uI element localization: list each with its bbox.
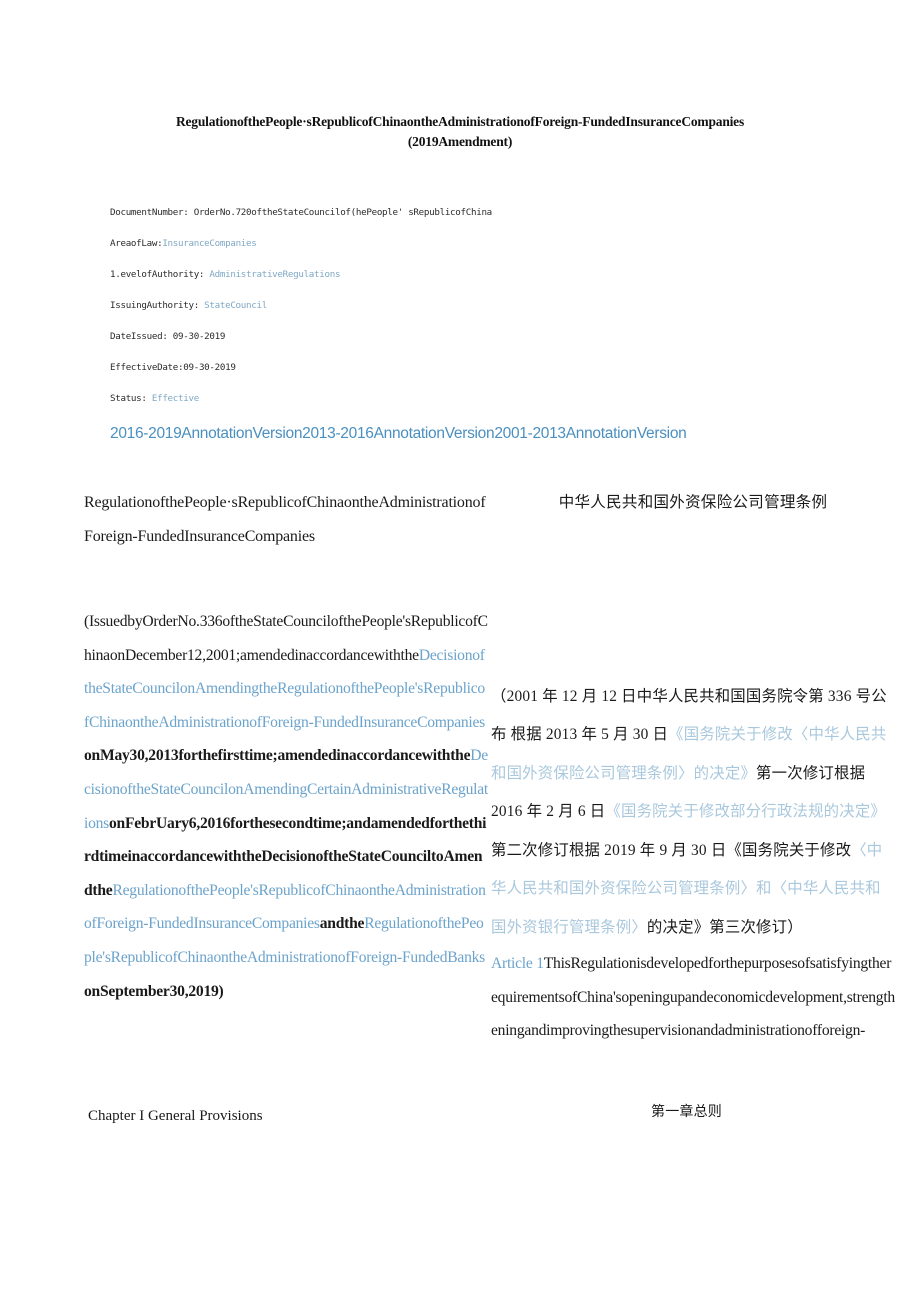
english-heading-line-1: RegulationofthePeople·sRepublicofChinaon… bbox=[84, 494, 486, 511]
chapter-heading-chinese: 第一章总则 bbox=[651, 1105, 722, 1120]
preamble-segment-10: onSeptember30,2019) bbox=[84, 982, 224, 1000]
metadata-value-date-issued: 09-30-2019 bbox=[172, 331, 226, 342]
article-1-number[interactable]: Article 1 bbox=[491, 955, 544, 972]
preamble-segment-4: onMay30,2013forthefirsttime;amendedinacc… bbox=[84, 747, 471, 765]
metadata-row-date-issued: DateIssued: 09-30-2019 bbox=[110, 330, 670, 361]
metadata-row-issuing-authority: IssuingAuthority: StateCouncil bbox=[110, 299, 670, 330]
metadata-label-level-of-authority: 1.evelofAuthority: bbox=[110, 269, 205, 280]
annotation-version-link-2001-2013[interactable]: 2001-2013AnnotationVersion bbox=[494, 425, 686, 442]
metadata-label-issuing-authority: IssuingAuthority: bbox=[110, 300, 199, 311]
metadata-row-level-of-authority: 1.evelofAuthority: AdministrativeRegulat… bbox=[110, 268, 670, 299]
metadata-label-document-number: DocumentNumber: bbox=[110, 207, 189, 218]
metadata-label-area-of-law: AreaofLaw: bbox=[110, 238, 163, 249]
metadata-row-document-number: DocumentNumber: OrderNo.720oftheStateCou… bbox=[110, 206, 670, 237]
chinese-column: 中华人民共和国外资保险公司管理条例 （2001 年 12 月 12 日中华人民共… bbox=[491, 486, 895, 1048]
metadata-row-effective-date: EffectiveDate:09-30-2019 bbox=[110, 361, 670, 392]
metadata-label-status: Status: bbox=[110, 393, 147, 404]
page-title-line-2: (2019Amendment) bbox=[407, 134, 513, 149]
english-column: RegulationofthePeople·sRepublicofChinaon… bbox=[84, 486, 488, 1008]
preamble-segment-8: andthe bbox=[319, 915, 365, 933]
annotation-version-links: 2016-2019AnnotationVersion2013-2016Annot… bbox=[110, 424, 687, 444]
annotation-version-link-2016-2019[interactable]: 2016-2019AnnotationVersion bbox=[110, 425, 302, 442]
english-heading-spacer bbox=[84, 553, 488, 605]
zh-preamble-segment-5: 第二次修订根据 2019 年 9 月 30 日《国务院关于修改 bbox=[491, 841, 852, 859]
chinese-document-heading: 中华人民共和国外资保险公司管理条例 bbox=[558, 494, 828, 511]
chinese-preamble-paragraph: （2001 年 12 月 12 日中华人民共和国国务院令第 336 号公布 根据… bbox=[491, 678, 895, 948]
chinese-heading-spacer bbox=[491, 520, 895, 678]
article-1-text: ThisRegulationisdevelopedforthepurposeso… bbox=[491, 955, 895, 1040]
chapter-heading-english: Chapter I General Provisions bbox=[88, 1108, 263, 1124]
zh-preamble-link-decision-partial-regulations[interactable]: 《国务院关于修改部分行政法规的决定》 bbox=[605, 803, 886, 820]
english-heading-line-2: Foreign-FundedInsuranceCompanies bbox=[84, 527, 315, 545]
metadata-row-area-of-law: AreaofLaw:InsuranceCompanies bbox=[110, 237, 670, 268]
status-badge[interactable]: Effective bbox=[152, 393, 199, 404]
metadata-value-issuing-authority[interactable]: StateCouncil bbox=[204, 300, 267, 311]
metadata-value-document-number: OrderNo.720oftheStateCouncilof(hePeople'… bbox=[193, 207, 492, 218]
english-document-heading: RegulationofthePeople·sRepublicofChinaon… bbox=[84, 486, 488, 553]
metadata-value-effective-date: 09-30-2019 bbox=[183, 362, 236, 373]
article-1-paragraph: Article 1ThisRegulationisdevelopedforthe… bbox=[491, 947, 895, 1048]
english-preamble-paragraph: (IssuedbyOrderNo.336oftheStateCounciloft… bbox=[84, 605, 488, 1008]
metadata-value-level-of-authority[interactable]: AdministrativeRegulations bbox=[209, 269, 340, 280]
document-metadata: DocumentNumber: OrderNo.720oftheStateCou… bbox=[110, 206, 670, 423]
page-title: RegulationofthePeople·sRepublicofChinaon… bbox=[110, 112, 810, 152]
zh-preamble-segment-7: 的决定》第三次修订） bbox=[646, 918, 803, 936]
metadata-label-effective-date: EffectiveDate: bbox=[110, 362, 184, 373]
annotation-version-link-2013-2016[interactable]: 2013-2016AnnotationVersion bbox=[302, 425, 494, 442]
metadata-row-status: Status: Effective bbox=[110, 392, 670, 423]
page-title-line-1: RegulationofthePeople·sRepublicofChinaon… bbox=[175, 114, 745, 129]
metadata-label-date-issued: DateIssued: bbox=[110, 331, 168, 342]
metadata-value-area-of-law[interactable]: InsuranceCompanies bbox=[162, 238, 256, 249]
